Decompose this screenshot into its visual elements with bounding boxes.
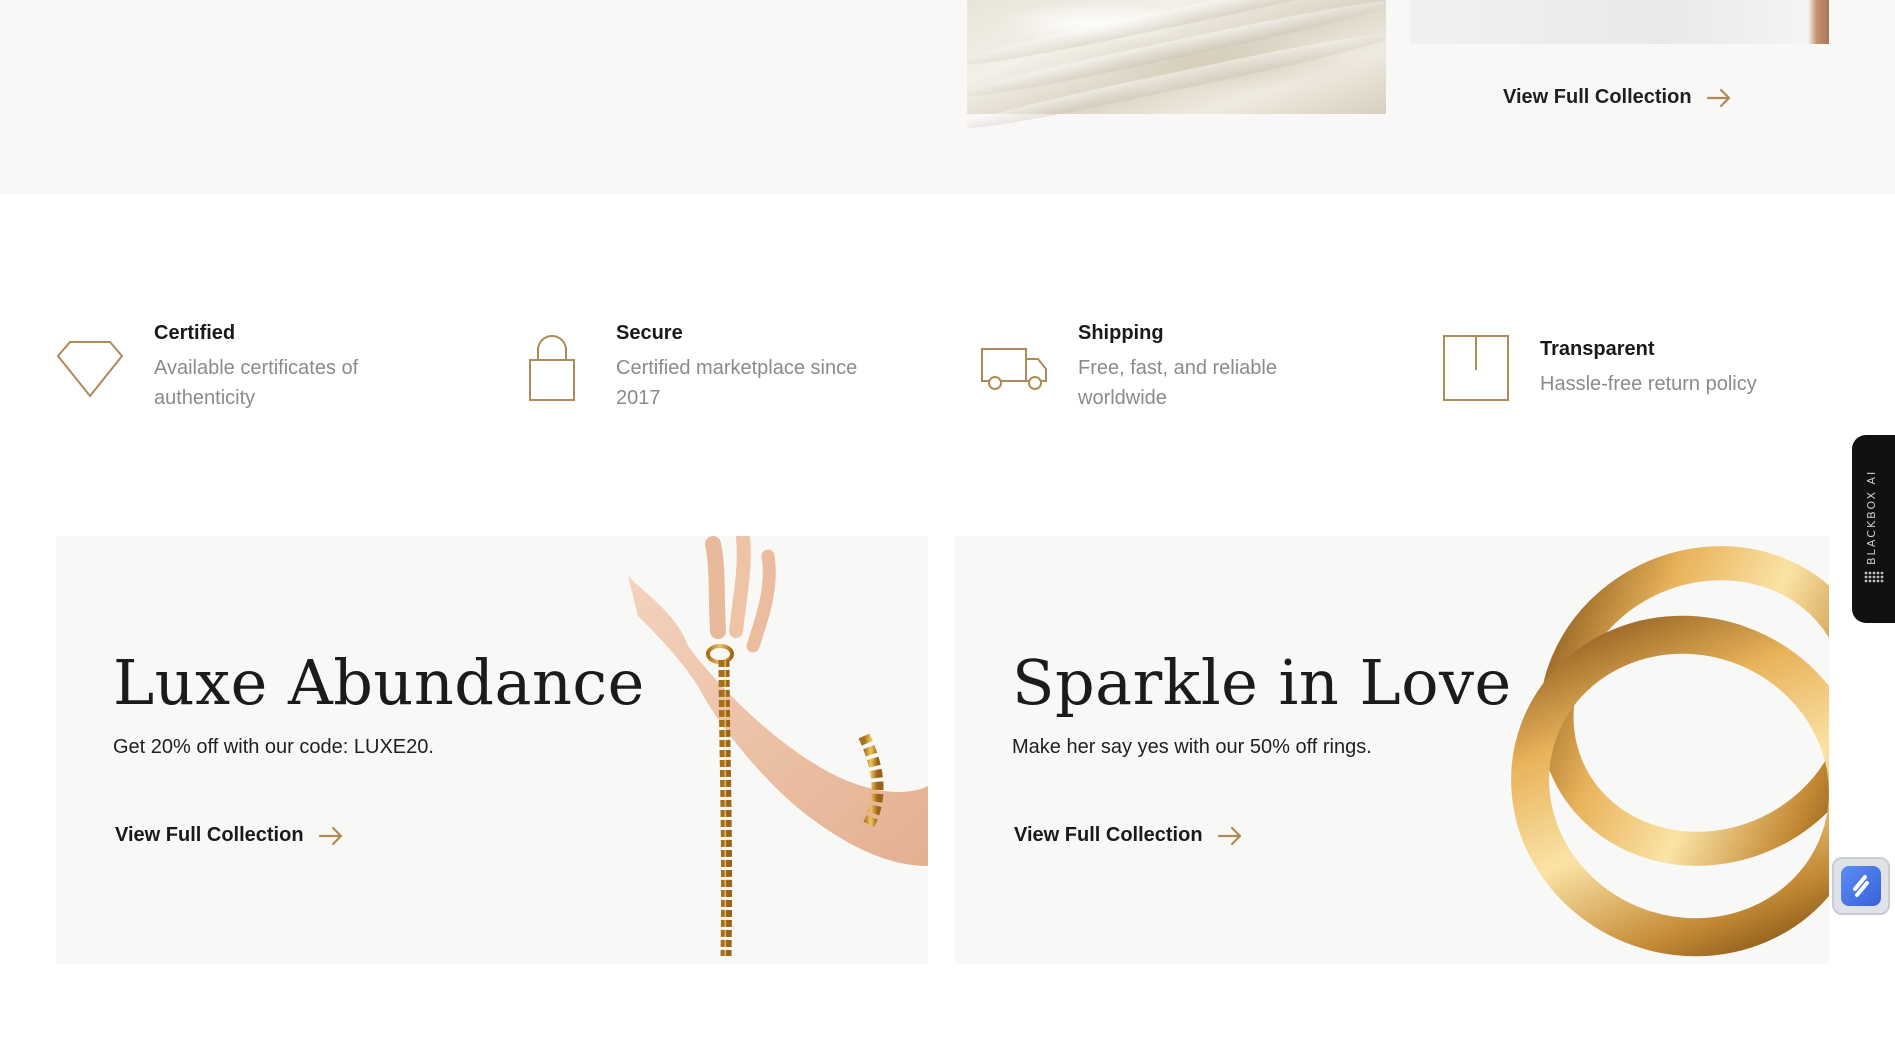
feature-certified: Certified Available certificates of auth… [56, 322, 358, 413]
view-full-collection-link[interactable]: View Full Collection [1503, 86, 1732, 109]
floating-extension-button[interactable] [1832, 857, 1890, 915]
cta-label: View Full Collection [115, 824, 304, 846]
arrow-right-icon [1217, 826, 1241, 845]
promo-subtext: Make her say yes with our 50% off rings. [1012, 736, 1372, 758]
diamond-icon [56, 340, 124, 398]
feature-title: Secure [616, 322, 683, 344]
blackbox-ai-tab[interactable]: BLACKBOX AI [1852, 435, 1895, 623]
lightning-icon [1853, 875, 1869, 897]
extension-logo [1841, 866, 1881, 906]
feature-desc-line: 2017 [616, 387, 661, 409]
cta-label: View Full Collection [1503, 86, 1692, 108]
promo-card-sparkle[interactable]: Sparkle in Love Make her say yes with ou… [955, 536, 1829, 964]
feature-secure: Secure Certified marketplace since 2017 [518, 322, 857, 413]
promo-card-luxe[interactable]: Luxe Abundance Get 20% off with our code… [56, 536, 928, 964]
box-icon [1443, 335, 1509, 401]
feature-desc-line: worldwide [1078, 387, 1167, 409]
feature-desc-line: Available certificates of [154, 357, 359, 379]
feature-desc-line: Hassle-free return policy [1540, 372, 1757, 395]
sand-texture-image[interactable] [967, 0, 1386, 135]
lock-icon [529, 334, 575, 401]
feature-desc-line: authenticity [154, 387, 256, 409]
feature-desc-line: Free, fast, and reliable [1078, 357, 1277, 379]
view-full-collection-link[interactable]: View Full Collection [1014, 824, 1243, 847]
promo-heading: Luxe Abundance [113, 646, 645, 719]
ai-tab-label: BLACKBOX AI [1865, 469, 1878, 565]
collection-band: View Full Collection [0, 0, 1895, 194]
arrow-right-icon [1706, 88, 1730, 107]
feature-shipping: Shipping Free, fast, and reliable worldw… [980, 322, 1277, 413]
product-image[interactable] [1410, 0, 1829, 44]
promo-heading: Sparkle in Love [1012, 646, 1512, 719]
promo-subtext: Get 20% off with our code: LUXE20. [113, 736, 434, 758]
feature-title: Shipping [1078, 322, 1164, 344]
feature-title: Transparent [1540, 337, 1655, 360]
hand-chain-image [628, 536, 928, 957]
feature-transparent: Transparent Hassle-free return policy [1442, 332, 1757, 404]
dots-grid-icon [1864, 571, 1884, 583]
view-full-collection-link[interactable]: View Full Collection [115, 824, 344, 847]
feature-title: Certified [154, 322, 236, 344]
gold-rings-image [1511, 546, 1829, 957]
feature-desc-line: Certified marketplace since [616, 357, 858, 379]
arrow-right-icon [318, 826, 342, 845]
page: View Full Collection Certified Available… [0, 0, 1895, 1051]
cta-label: View Full Collection [1014, 824, 1203, 846]
truck-icon [981, 347, 1047, 390]
features-row: Certified Available certificates of auth… [0, 300, 1895, 460]
